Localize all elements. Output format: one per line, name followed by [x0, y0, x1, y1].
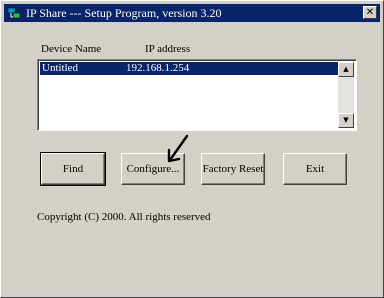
vertical-scrollbar[interactable]: ▲ ▼ [338, 62, 354, 128]
pointer-arrow-icon [167, 134, 189, 163]
title-bar[interactable]: IP Share --- Setup Program, version 3.20… [4, 4, 380, 22]
window-title: IP Share --- Setup Program, version 3.20 [26, 6, 222, 20]
device-ip-cell: 192.168.1.254 [126, 62, 190, 74]
device-name-cell: Untitled [42, 62, 79, 74]
copyright-text: Copyright (C) 2000. All rights reserved [37, 211, 211, 223]
device-name-header: Device Name [41, 43, 102, 55]
device-row-selected[interactable]: Untitled 192.168.1.254 [40, 62, 338, 75]
setup-window: IP Share --- Setup Program, version 3.20… [0, 0, 384, 298]
ip-address-header: IP address [145, 43, 191, 55]
find-button[interactable]: Find [40, 152, 106, 186]
exit-button[interactable]: Exit [283, 153, 347, 185]
arrow-down-icon: ▼ [343, 116, 349, 124]
close-button[interactable]: ✕ [363, 6, 377, 19]
close-icon: ✕ [365, 7, 375, 18]
device-list[interactable]: Untitled 192.168.1.254 ▲ ▼ [37, 59, 357, 131]
factory-reset-button[interactable]: Factory Reset [201, 153, 265, 185]
scroll-down-button[interactable]: ▼ [338, 113, 354, 128]
network-app-icon [7, 7, 21, 19]
scroll-up-button[interactable]: ▲ [338, 62, 354, 77]
arrow-up-icon: ▲ [343, 65, 349, 73]
